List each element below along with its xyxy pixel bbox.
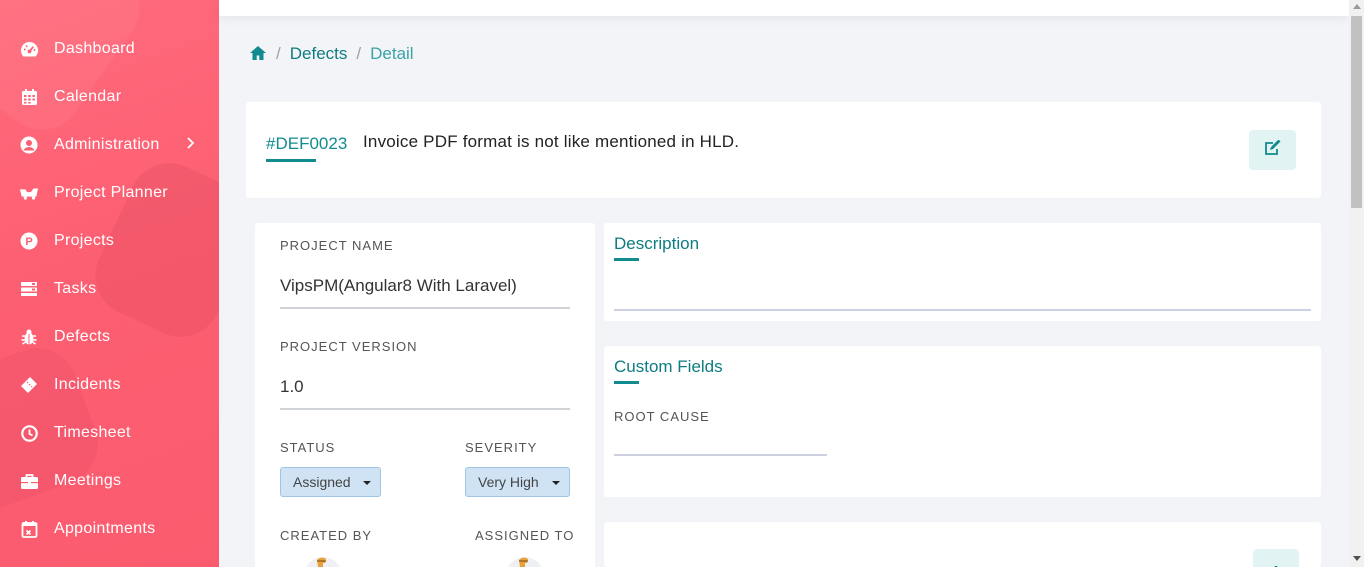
svg-text:P: P xyxy=(25,236,32,248)
sidebar-item-project-planner[interactable]: Project Planner xyxy=(0,173,219,213)
attachments-card xyxy=(604,522,1321,567)
assigned-to-avatar xyxy=(505,556,545,567)
project-version-value: 1.0 xyxy=(280,377,304,396)
home-icon[interactable] xyxy=(249,45,267,63)
sidebar-item-defects[interactable]: Defects xyxy=(0,317,219,357)
status-label: STATUS xyxy=(280,440,336,455)
custom-fields-title: Custom Fields xyxy=(614,357,723,376)
projects-icon: P xyxy=(19,231,39,251)
custom-fields-title-underline xyxy=(614,381,639,384)
created-by-avatar xyxy=(303,556,343,567)
plus-icon xyxy=(1270,559,1282,567)
dashboard-icon xyxy=(19,39,39,59)
defect-title: Invoice PDF format is not like mentioned… xyxy=(363,132,740,151)
clock-icon xyxy=(19,423,39,443)
caret-down-icon xyxy=(363,481,371,485)
sidebar-item-label: Appointments xyxy=(54,520,156,537)
status-value: Assigned xyxy=(293,474,351,490)
sidebar-item-label: Tasks xyxy=(54,280,97,297)
sidebar-item-administration[interactable]: Administration xyxy=(0,125,219,165)
sidebar-decoration xyxy=(0,0,156,146)
sidebar-item-label: Incidents xyxy=(54,376,121,393)
project-name-underline xyxy=(280,307,570,309)
custom-fields-card: Custom Fields ROOT CAUSE xyxy=(604,346,1321,497)
briefcase-icon xyxy=(19,471,39,491)
calendar-icon xyxy=(19,87,39,107)
project-planner-icon xyxy=(19,183,39,203)
sidebar-item-appointments[interactable]: Appointments xyxy=(0,509,219,549)
project-version-label: PROJECT VERSION xyxy=(280,339,418,354)
sidebar-item-label: Defects xyxy=(54,328,111,345)
ticket-icon xyxy=(19,375,39,395)
status-dropdown[interactable]: Assigned xyxy=(280,467,381,497)
severity-label: SEVERITY xyxy=(465,440,538,455)
breadcrumb: / Defects / Detail xyxy=(249,44,414,64)
top-bar xyxy=(219,0,1349,16)
edit-button[interactable] xyxy=(1249,130,1296,170)
sidebar-item-meetings[interactable]: Meetings xyxy=(0,461,219,501)
sidebar-item-incidents[interactable]: Incidents xyxy=(0,365,219,405)
scrollbar-thumb[interactable] xyxy=(1351,16,1362,208)
tasks-icon xyxy=(19,279,39,299)
defect-id-underline xyxy=(266,159,316,162)
chevron-right-icon xyxy=(186,137,195,153)
sidebar: Dashboard Calendar Administration Projec… xyxy=(0,0,219,567)
description-title: Description xyxy=(614,234,700,253)
sidebar-item-label: Projects xyxy=(54,232,115,249)
sidebar-item-calendar[interactable]: Calendar xyxy=(0,77,219,117)
description-field[interactable] xyxy=(614,309,1311,311)
sidebar-item-label: Project Planner xyxy=(54,184,168,201)
root-cause-field[interactable] xyxy=(614,454,827,456)
description-card: Description xyxy=(604,223,1321,321)
defect-details-card: PROJECT NAME VipsPM(Angular8 With Larave… xyxy=(255,223,595,567)
scroll-up-icon[interactable] xyxy=(1353,4,1361,9)
scroll-down-icon[interactable] xyxy=(1353,556,1361,561)
bug-icon xyxy=(19,327,39,347)
breadcrumb-separator: / xyxy=(276,44,281,63)
sidebar-item-dashboard[interactable]: Dashboard xyxy=(0,29,219,69)
breadcrumb-current: Detail xyxy=(370,44,414,63)
sidebar-item-label: Administration xyxy=(54,136,160,153)
description-title-underline xyxy=(614,258,639,261)
sidebar-item-timesheet[interactable]: Timesheet xyxy=(0,413,219,453)
sidebar-item-tasks[interactable]: Tasks xyxy=(0,269,219,309)
sidebar-item-label: Timesheet xyxy=(54,424,131,441)
sidebar-item-label: Meetings xyxy=(54,472,122,489)
user-circle-icon xyxy=(19,135,39,155)
project-name-value: VipsPM(Angular8 With Laravel) xyxy=(280,276,517,295)
sidebar-item-label: Calendar xyxy=(54,88,122,105)
assigned-to-label: ASSIGNED TO xyxy=(475,528,575,543)
sidebar-item-projects[interactable]: P Projects xyxy=(0,221,219,261)
project-name-label: PROJECT NAME xyxy=(280,238,394,253)
calendar-check-icon xyxy=(19,519,39,539)
defect-id: #DEF0023 xyxy=(266,134,348,153)
add-button[interactable] xyxy=(1253,549,1299,567)
edit-icon xyxy=(1264,139,1282,160)
page-scrollbar[interactable] xyxy=(1349,0,1364,567)
root-cause-label: ROOT CAUSE xyxy=(614,409,710,424)
project-version-underline xyxy=(280,408,570,410)
breadcrumb-defects-link[interactable]: Defects xyxy=(290,44,348,64)
severity-dropdown[interactable]: Very High xyxy=(465,467,570,497)
sidebar-item-label: Dashboard xyxy=(54,40,135,57)
caret-down-icon xyxy=(552,481,560,485)
severity-value: Very High xyxy=(478,474,539,490)
created-by-label: CREATED BY xyxy=(280,528,373,543)
breadcrumb-separator: / xyxy=(356,44,362,63)
defect-title-card: #DEF0023 Invoice PDF format is not like … xyxy=(246,102,1321,198)
